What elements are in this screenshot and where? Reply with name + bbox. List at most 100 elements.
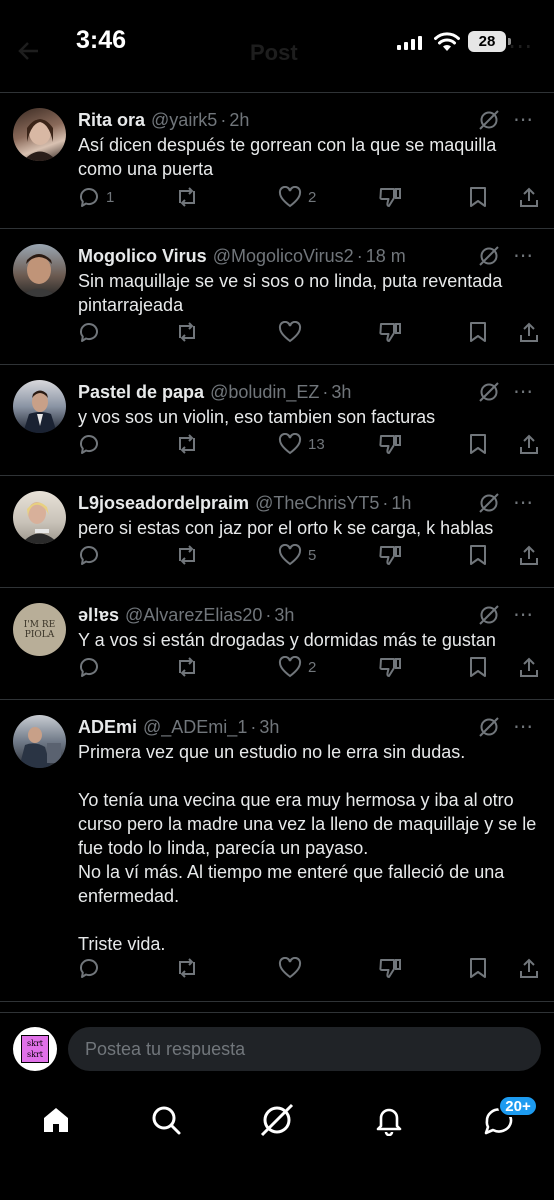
- bookmark-button[interactable]: [468, 433, 488, 455]
- repost-button[interactable]: [175, 321, 205, 343]
- more-options-icon[interactable]: ⋯: [513, 605, 534, 625]
- bookmark-icon: [470, 434, 486, 454]
- display-name[interactable]: Rita ora: [78, 110, 145, 131]
- avatar[interactable]: I'M RE PIOLA: [13, 603, 66, 656]
- reply-header: Pastel de papa @boludin_EZ · 3h ⋯: [78, 379, 534, 405]
- notification-badge: 20+: [498, 1095, 538, 1117]
- bookmark-button[interactable]: [468, 957, 488, 979]
- avatar[interactable]: [13, 380, 66, 433]
- nav-home[interactable]: [36, 1100, 76, 1140]
- more-options-icon[interactable]: ⋯: [508, 32, 532, 61]
- dislike-button[interactable]: [378, 433, 402, 455]
- timestamp[interactable]: 1h: [391, 493, 411, 514]
- bookmark-button[interactable]: [468, 321, 488, 343]
- back-arrow-icon[interactable]: [18, 40, 40, 62]
- dislike-button[interactable]: [378, 321, 402, 343]
- grok-icon[interactable]: [479, 493, 499, 513]
- reply-item[interactable]: L9joseadordelpraim @TheChrisYT5 · 1h ⋯ p…: [0, 476, 554, 588]
- like-button[interactable]: 5: [278, 544, 316, 566]
- more-options-icon[interactable]: ⋯: [513, 110, 534, 130]
- more-options-icon[interactable]: ⋯: [513, 493, 534, 513]
- share-button[interactable]: [518, 656, 540, 678]
- dislike-button[interactable]: [378, 656, 402, 678]
- reply-count: 1: [106, 188, 115, 206]
- avatar[interactable]: [13, 108, 66, 161]
- heart-icon: [278, 656, 302, 678]
- heart-icon: [278, 957, 302, 979]
- grok-icon[interactable]: [479, 110, 499, 130]
- timestamp[interactable]: 3h: [331, 382, 351, 403]
- share-button[interactable]: [518, 321, 540, 343]
- avatar[interactable]: [13, 715, 66, 768]
- more-options-icon[interactable]: ⋯: [513, 382, 534, 402]
- user-handle[interactable]: @AlvarezElias20: [125, 605, 262, 626]
- more-options-icon[interactable]: ⋯: [513, 246, 534, 266]
- repost-button[interactable]: [175, 544, 205, 566]
- reply-button[interactable]: [78, 321, 106, 343]
- reply-item[interactable]: Pastel de papa @boludin_EZ · 3h ⋯ y vos …: [0, 365, 554, 476]
- share-button[interactable]: [518, 957, 540, 979]
- user-avatar-text: skrt skrt: [21, 1035, 49, 1063]
- share-button[interactable]: [518, 186, 540, 208]
- reply-item[interactable]: Rita ora @yairk5 · 2h ⋯ Así dicen despué…: [0, 93, 554, 229]
- repost-icon: [179, 322, 195, 342]
- timestamp[interactable]: 2h: [229, 110, 249, 131]
- reply-item[interactable]: ADEmi @_ADEmi_1 · 3h ⋯ Primera vez que u…: [0, 700, 554, 1002]
- repost-button[interactable]: [175, 433, 205, 455]
- dislike-button[interactable]: [378, 957, 402, 979]
- display-name[interactable]: ADEmi: [78, 717, 137, 738]
- repost-button[interactable]: [175, 186, 205, 208]
- bookmark-button[interactable]: [468, 544, 488, 566]
- repost-button[interactable]: [175, 957, 205, 979]
- like-button[interactable]: 2: [278, 656, 316, 678]
- like-button[interactable]: [278, 321, 308, 343]
- nav-notifications[interactable]: [369, 1100, 409, 1140]
- like-button[interactable]: 13: [278, 433, 325, 455]
- bookmark-button[interactable]: [468, 186, 488, 208]
- timestamp[interactable]: 3h: [274, 605, 294, 626]
- reply-header: L9joseadordelpraim @TheChrisYT5 · 1h ⋯: [78, 490, 534, 516]
- timestamp[interactable]: 3h: [259, 717, 279, 738]
- user-avatar[interactable]: skrt skrt: [13, 1027, 57, 1071]
- user-handle[interactable]: @boludin_EZ: [210, 382, 319, 403]
- reply-button[interactable]: [78, 544, 106, 566]
- user-handle[interactable]: @yairk5: [151, 110, 217, 131]
- reply-item[interactable]: Mogolico Virus @MogolicoVirus2 · 18 m ⋯ …: [0, 229, 554, 365]
- reply-button[interactable]: [78, 957, 106, 979]
- share-icon: [520, 958, 538, 978]
- reply-item[interactable]: I'M RE PIOLA əl!ɐs @AlvarezElias20 · 3h …: [0, 588, 554, 700]
- display-name[interactable]: L9joseadordelpraim: [78, 493, 249, 514]
- dislike-button[interactable]: [378, 544, 402, 566]
- display-name[interactable]: Pastel de papa: [78, 382, 204, 403]
- user-handle[interactable]: @MogolicoVirus2: [213, 246, 354, 267]
- user-handle[interactable]: @TheChrisYT5: [255, 493, 379, 514]
- reply-button[interactable]: 1: [78, 186, 114, 208]
- grok-icon[interactable]: [479, 382, 499, 402]
- grok-icon[interactable]: [479, 605, 499, 625]
- thumbs-down-icon: [379, 658, 401, 677]
- action-bar: 1 2: [78, 186, 540, 212]
- share-button[interactable]: [518, 433, 540, 455]
- timestamp[interactable]: 18 m: [366, 246, 406, 267]
- reply-button[interactable]: [78, 433, 106, 455]
- like-button[interactable]: 2: [278, 186, 316, 208]
- reply-input[interactable]: [68, 1027, 541, 1071]
- repost-button[interactable]: [175, 656, 205, 678]
- thumbs-down-icon: [379, 188, 401, 207]
- nav-search[interactable]: [146, 1100, 186, 1140]
- display-name[interactable]: Mogolico Virus: [78, 246, 207, 267]
- grok-icon[interactable]: [479, 246, 499, 266]
- reply-button[interactable]: [78, 656, 106, 678]
- share-button[interactable]: [518, 544, 540, 566]
- nav-grok[interactable]: [257, 1100, 297, 1140]
- like-button[interactable]: [278, 957, 308, 979]
- grok-icon[interactable]: [479, 717, 499, 737]
- more-options-icon[interactable]: ⋯: [513, 717, 534, 737]
- bookmark-button[interactable]: [468, 656, 488, 678]
- display-name[interactable]: əl!ɐs: [78, 605, 119, 626]
- user-handle[interactable]: @_ADEmi_1: [143, 717, 247, 738]
- grok-icon: [260, 1103, 294, 1137]
- dislike-button[interactable]: [378, 186, 402, 208]
- avatar[interactable]: [13, 491, 66, 544]
- avatar[interactable]: [13, 244, 66, 297]
